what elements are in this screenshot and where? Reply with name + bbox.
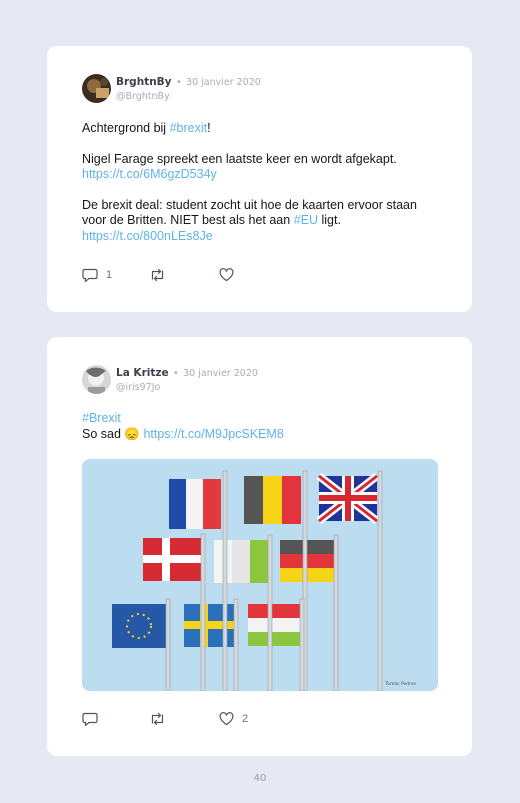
retweet-icon	[149, 712, 166, 726]
tweet-text-segment: Achtergrond bij	[82, 121, 170, 135]
tweet-actions: 1	[82, 268, 242, 282]
like-button[interactable]	[219, 268, 242, 282]
avatar[interactable]	[82, 74, 111, 103]
flag-italy-icon	[214, 540, 268, 583]
reply-icon	[82, 712, 98, 726]
user-handle[interactable]: @BrghtnBy	[116, 90, 261, 104]
flag-hungary-icon	[248, 604, 300, 646]
reply-count: 1	[106, 269, 113, 281]
like-button[interactable]: 2	[219, 712, 248, 726]
reply-icon	[82, 268, 98, 282]
tweet-text-segment: So sad	[82, 426, 125, 441]
sad-face-emoji: 😞	[124, 426, 140, 441]
page-number: 40	[253, 773, 267, 784]
tweet-image[interactable]: Tomás Pedres	[82, 459, 438, 691]
tweet-text-segment: De brexit deal: student zocht uit hoe de…	[82, 197, 417, 228]
like-count: 2	[242, 713, 249, 725]
separator: •	[175, 77, 182, 88]
display-name[interactable]: La Kritze	[116, 367, 169, 379]
tweet-text: #Brexit So sad 😞 https://t.co/M9JpcSKEM8	[82, 411, 442, 442]
tweet-text-segment: ligt.	[318, 213, 341, 227]
tweet-header: La Kritze • 30 janvier 2020 @iris97Jo	[82, 365, 258, 395]
hashtag-link[interactable]: #brexit	[170, 121, 208, 135]
tweet-card: La Kritze • 30 janvier 2020 @iris97Jo #B…	[47, 337, 472, 756]
hashtag-link[interactable]: #Brexit	[82, 411, 442, 427]
url-link[interactable]: https://t.co/M9JpcSKEM8	[143, 427, 283, 441]
flag-france-icon	[169, 479, 221, 529]
heart-icon	[219, 268, 234, 282]
user-handle[interactable]: @iris97Jo	[116, 381, 258, 395]
retweet-button[interactable]	[149, 712, 219, 726]
flag-eu-icon	[112, 604, 167, 648]
image-credit: Tomás Pedres	[384, 680, 416, 687]
flag-uk-icon	[316, 472, 380, 525]
tweet-card: BrghtnBy • 30 janvier 2020 @BrghtnBy Ach…	[47, 46, 472, 312]
tweet-text: Achtergrond bij #brexit! Nigel Farage sp…	[82, 121, 442, 244]
tweet-text-segment: Nigel Farage spreekt een laatste keer en…	[82, 151, 397, 166]
separator: •	[173, 368, 179, 379]
heart-icon	[219, 712, 234, 726]
flag-belgium-icon	[244, 476, 301, 524]
tweet-text-segment: !	[207, 121, 211, 135]
retweet-icon	[149, 268, 166, 282]
url-link[interactable]: https://t.co/6M6gzD534y	[82, 167, 442, 183]
tweet-actions: 2	[82, 712, 248, 726]
tweet-header: BrghtnBy • 30 janvier 2020 @BrghtnBy	[82, 74, 261, 104]
tweet-date[interactable]: 30 janvier 2020	[186, 77, 261, 88]
display-name[interactable]: BrghtnBy	[116, 76, 172, 88]
tweet-date[interactable]: 30 janvier 2020	[183, 368, 258, 379]
hashtag-link[interactable]: #EU	[294, 213, 318, 227]
reply-button[interactable]: 1	[82, 268, 149, 282]
avatar[interactable]	[82, 365, 111, 394]
flag-denmark-icon	[143, 538, 201, 581]
reply-button[interactable]	[82, 712, 149, 726]
retweet-button[interactable]	[149, 268, 219, 282]
url-link[interactable]: https://t.co/800nLEs8Je	[82, 229, 442, 245]
